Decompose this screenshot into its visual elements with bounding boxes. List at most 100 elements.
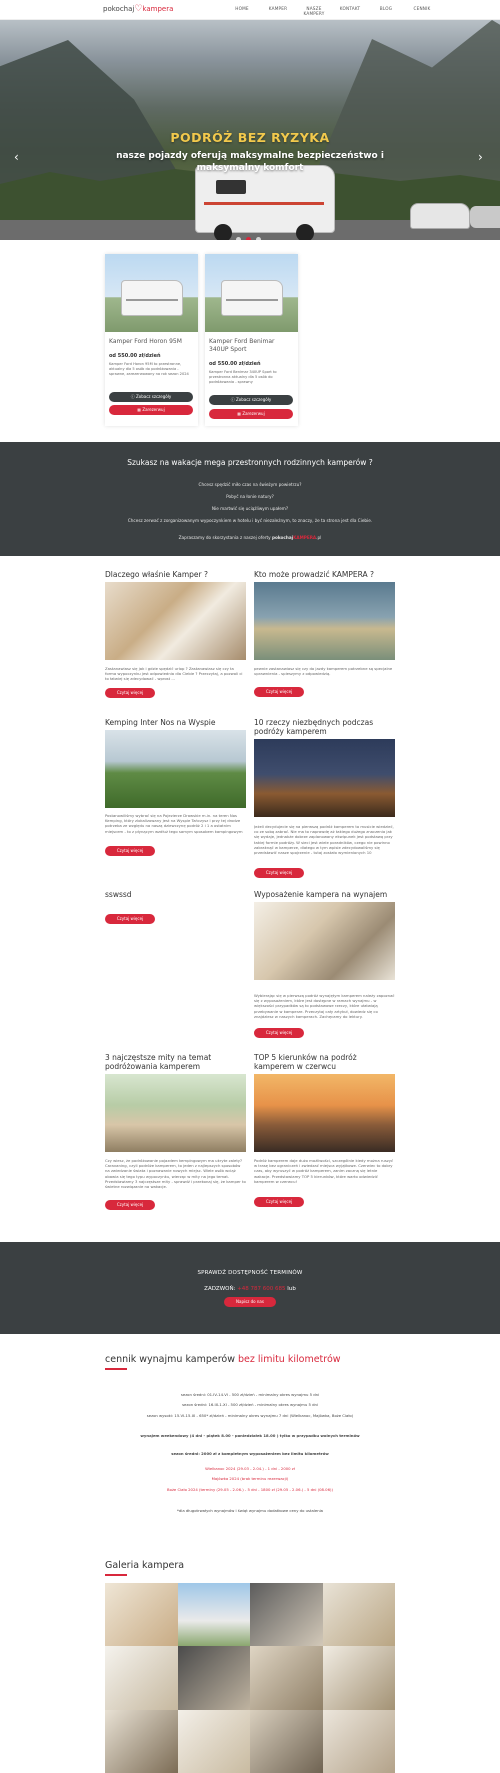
view-details-button[interactable]: ⓘ Zobacz szczegóły [109,392,193,402]
logo-text-2: kampera [142,5,174,13]
site-header: pokochaj♡kampera HOME KAMPER NASZE KAMPE… [0,0,500,20]
post-image[interactable] [254,582,395,660]
post-excerpt: Czy wiesz, że podróżowanie pojazdem kemp… [105,1158,246,1190]
read-more-button[interactable]: Czytaj więcej [254,687,304,697]
gallery-image[interactable] [250,1583,323,1647]
blog-post: Kemping Inter Nos na Wyspie Postanowiliś… [105,718,246,856]
availability-phone: ZADZWOŃ: +48 787 600 685 lub [204,1286,296,1292]
intro-line: Pobyć na łonie natury? [226,494,274,499]
product-description: Kamper Ford Benimar 340UP Sport to przes… [209,370,277,384]
blog-post: Wyposażenie kampera na wynajem Wybierają… [254,890,395,1038]
pricing-line: sezon wysoki: 15.VI-15.IX - 650* zł/dzie… [146,1413,354,1418]
gallery-image[interactable] [177,1646,250,1710]
hero-camper-image [195,165,335,240]
read-more-button[interactable]: Czytaj więcej [105,1200,155,1210]
intro-invite: Zapraszamy do skorzystania z naszej ofer… [178,535,322,540]
chevron-left-icon[interactable]: ‹ [14,150,19,164]
pricing-heading: cennik wynajmu kamperów bez limitu kilom… [105,1354,341,1365]
post-title[interactable]: sswssd [105,890,246,899]
post-excerpt: Postanowiliśmy wybrać się na Pojezierze … [105,813,243,835]
gallery-image[interactable] [177,1709,250,1773]
logo[interactable]: pokochaj♡kampera [103,4,173,14]
book-button[interactable]: ▦ Zarezerwuj [109,405,193,415]
post-image[interactable] [254,902,395,980]
pricing-line: Boże Ciało 2024 (terminy (29.05 - 2.06.)… [167,1487,333,1492]
product-name[interactable]: Kamper Ford Benimar 340UP Sport [209,338,294,354]
pricing-line: sezon średni: 16.IX-1.XI - 500 zł/dzień … [182,1402,318,1407]
hero-car-image [410,203,470,229]
post-title[interactable]: 10 rzeczy niezbędnych podczas podróży ka… [254,718,395,736]
post-image[interactable] [105,582,246,660]
pricing-line: wynajem weekendowy (4 dni - piątek 8.00 … [140,1433,360,1438]
book-button[interactable]: ▦ Zarezerwuj [209,409,293,419]
product-card: Kamper Ford Benimar 340UP Sport od 550.0… [205,254,298,426]
post-title[interactable]: Kto może prowadzić KAMPERA ? [254,570,395,579]
hero-title: PODRÓŻ BEZ RYZYKA [170,130,330,145]
post-title[interactable]: Kemping Inter Nos na Wyspie [105,718,246,727]
pricing-line: Wielkanoc 2024 (29.03 - 2.04.) - 1 dni -… [205,1466,295,1471]
hero-slider: PODRÓŻ BEZ RYZYKA nasze pojazdy oferują … [0,20,500,240]
gallery-image[interactable] [250,1646,323,1710]
nav-item-home[interactable]: HOME [224,6,260,16]
blog-post: TOP 5 kierunków na podróż kamperem w cze… [254,1053,395,1207]
post-excerpt: Zastanawiasz się jak i gdzie spędzić url… [105,666,243,682]
intro-line: Chcesz zerwać z zorganizowanym wypoczynk… [127,518,373,523]
intro-line: Nie martwić się uciążliwym upałem? [211,506,289,511]
read-more-button[interactable]: Czytaj więcej [254,1028,304,1038]
heading-underline [105,1368,127,1370]
nav-item-kontakt[interactable]: KONTAKT [332,6,368,16]
gallery-image[interactable] [322,1709,395,1773]
product-price: od 550.00 zł/dzień [209,361,261,367]
post-title[interactable]: Wyposażenie kampera na wynajem [254,890,395,899]
gallery-image[interactable] [177,1583,250,1647]
product-price: od 550.00 zł/dzień [109,353,161,359]
intro-line: Chcesz spędzić miło czas na świeżym powi… [198,482,302,487]
chevron-right-icon[interactable]: › [478,150,483,164]
pricing-line: sezon średni: 01.IV-14.VI - 500 zł/dzień… [180,1392,320,1397]
post-excerpt: pewnie zastanawiasz się czy do jazdy kam… [254,666,393,677]
nav-item-blog[interactable]: BLOG [368,6,404,16]
read-more-button[interactable]: Czytaj więcej [105,846,155,856]
slider-dot[interactable] [256,237,261,240]
post-excerpt: Jeżeli decydujecie się na pierwszą podró… [254,824,394,856]
post-title[interactable]: TOP 5 kierunków na podróż kamperem w cze… [254,1053,395,1071]
product-image[interactable] [205,254,298,332]
read-more-button[interactable]: Czytaj więcej [254,1197,304,1207]
view-details-button[interactable]: ⓘ Zobacz szczegóły [209,395,293,405]
post-excerpt: Podróż kamperem daje dużo możliwości, sz… [254,1158,394,1184]
nav-item-kamper[interactable]: KAMPER [260,6,296,16]
product-image[interactable] [105,254,198,332]
contact-button[interactable]: Napisz do nas [224,1297,276,1307]
gallery-image[interactable] [105,1583,178,1647]
product-name[interactable]: Kamper Ford Horon 95M [109,338,194,346]
gallery-image[interactable] [250,1709,323,1773]
blog-post: 3 najczęstsze mity na temat podróżowania… [105,1053,246,1210]
product-card: Kamper Ford Horon 95M od 550.00 zł/dzień… [105,254,198,426]
read-more-button[interactable]: Czytaj więcej [105,914,155,924]
gallery-heading: Galeria kampera [105,1560,185,1571]
product-list: Kamper Ford Horon 95M od 550.00 zł/dzień… [105,254,298,426]
post-image[interactable] [254,1074,395,1152]
nav-item-nasze-kampery[interactable]: NASZE KAMPERY [296,6,332,16]
gallery-image[interactable] [322,1583,395,1647]
heading-underline [105,1574,127,1576]
post-image[interactable] [105,730,246,808]
post-title[interactable]: 3 najczęstsze mity na temat podróżowania… [105,1053,246,1071]
read-more-button[interactable]: Czytaj więcej [254,868,304,878]
product-description: Kamper Ford Horon 95M to przestronne, ak… [109,362,189,376]
post-image[interactable] [254,739,395,817]
nav-item-cennik[interactable]: CENNIK [404,6,440,16]
gallery-image[interactable] [105,1646,178,1710]
main-nav: HOME KAMPER NASZE KAMPERY KONTAKT BLOG C… [224,6,440,16]
availability-title: SPRAWDŹ DOSTĘPNOŚĆ TERMINÓW [197,1270,303,1276]
post-image[interactable] [105,1074,246,1152]
slider-dot-active[interactable] [246,237,251,240]
phone-link[interactable]: +48 787 600 685 [237,1286,285,1292]
gallery-image[interactable] [105,1709,178,1773]
read-more-button[interactable]: Czytaj więcej [105,688,155,698]
blog-post: sswssd Czytaj więcej [105,890,246,924]
slider-dot[interactable] [236,237,241,240]
pricing-note: *dla długotrwałych wynajmów i świąt wyna… [177,1508,323,1513]
post-title[interactable]: Dlaczego właśnie Kamper ? [105,570,246,579]
gallery-image[interactable] [322,1646,395,1710]
